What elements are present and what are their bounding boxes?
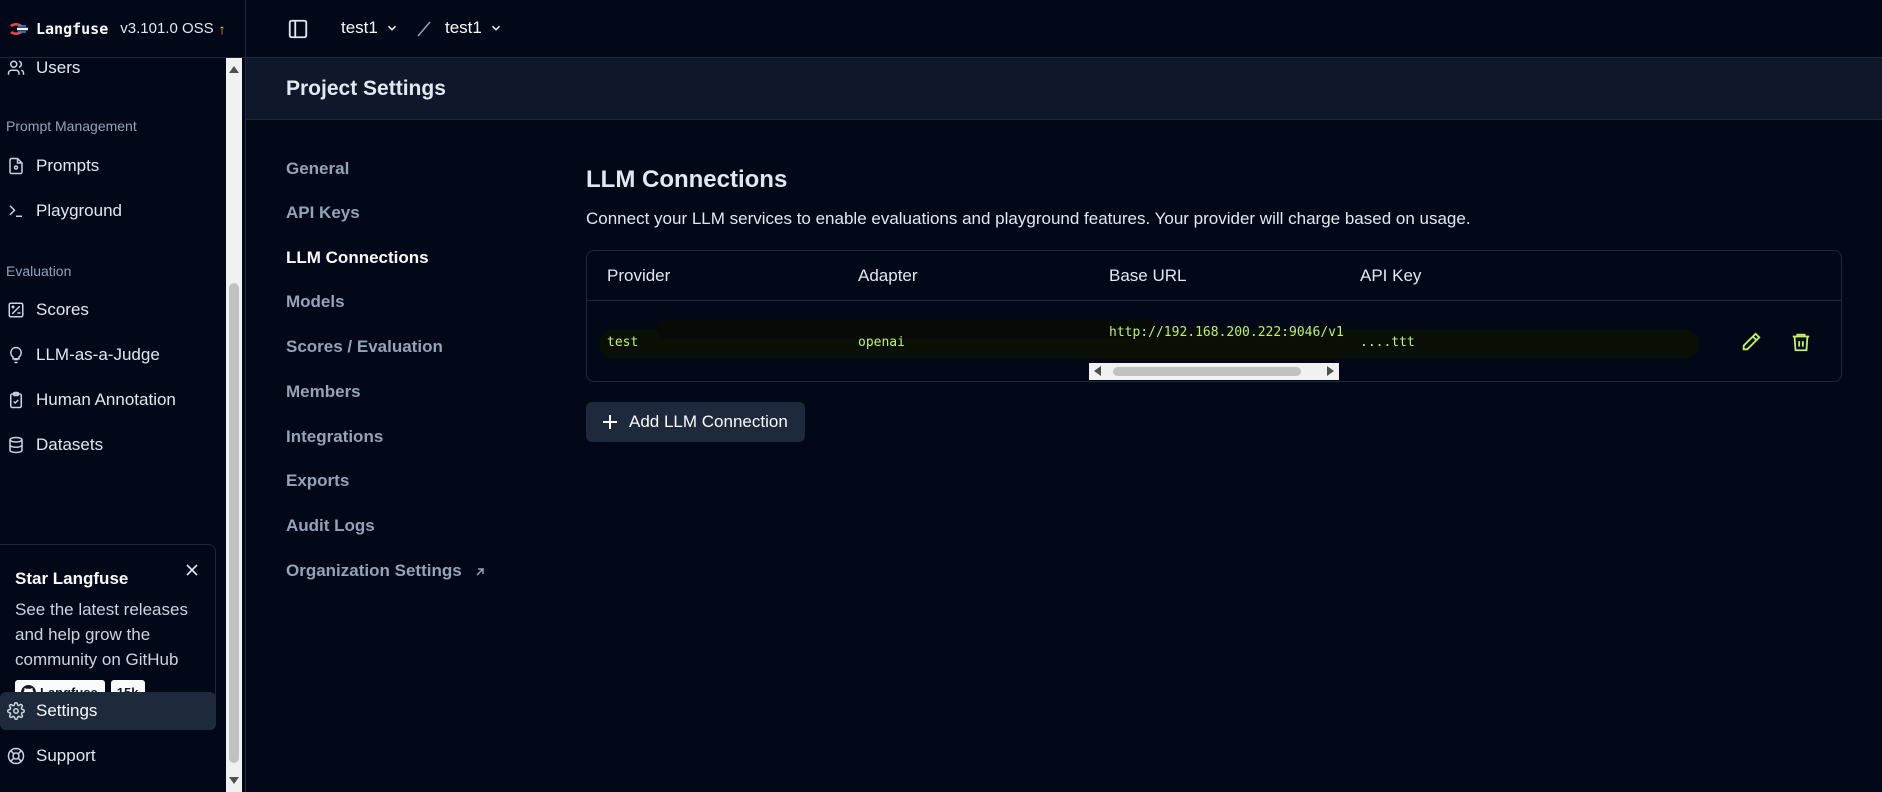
- brand-name: Langfuse: [36, 19, 109, 38]
- settings-nav-label: Organization Settings: [286, 561, 462, 580]
- chevron-down-icon: [491, 25, 500, 31]
- sidebar-item-label: Human Annotation: [36, 390, 176, 409]
- page-title: Project Settings: [286, 77, 446, 100]
- scrollbar-thumb[interactable]: [1113, 367, 1301, 376]
- sidebar-item-label: Users: [36, 58, 81, 77]
- settings-nav-scores-evaluation[interactable]: Scores / Evaluation: [286, 337, 443, 357]
- settings-nav-audit-logs[interactable]: Audit Logs: [286, 516, 375, 536]
- sidebar-item-users[interactable]: Users: [0, 58, 216, 87]
- table-header: Provider Adapter Base URL API Key: [587, 251, 1841, 301]
- section-evaluation: Evaluation: [6, 263, 72, 279]
- sidebar-item-datasets[interactable]: Datasets: [0, 426, 216, 464]
- sidebar-item-human-annotation[interactable]: Human Annotation: [0, 381, 216, 419]
- sidebar-item-label: Datasets: [36, 435, 104, 454]
- section-subtitle: Connect your LLM services to enable eval…: [586, 209, 1471, 228]
- chevron-down-icon: [387, 25, 396, 31]
- users-icon: [7, 60, 25, 75]
- sidebar-item-settings[interactable]: Settings: [0, 692, 216, 730]
- sidebar-item-label: LLM-as-a-Judge: [36, 345, 160, 364]
- add-llm-connection-button[interactable]: Add LLM Connection: [586, 402, 805, 442]
- clipboard-icon: [10, 391, 22, 409]
- breadcrumb-separator-icon: [417, 21, 431, 37]
- edit-pencil-icon[interactable]: [1740, 331, 1762, 353]
- org-selector[interactable]: test1: [341, 18, 399, 38]
- delete-trash-icon[interactable]: [1790, 331, 1812, 353]
- settings-nav-organization-settings[interactable]: Organization Settings: [286, 561, 486, 581]
- cell-adapter: openai: [858, 335, 905, 350]
- sidebar-nav: Users Prompt Management Prompts Playgrou…: [0, 58, 226, 792]
- lifebuoy-icon: [7, 747, 25, 765]
- page-header: Project Settings: [246, 58, 1882, 120]
- section-prompt-management: Prompt Management: [6, 118, 137, 134]
- sidebar-item-llm-as-a-judge[interactable]: LLM-as-a-Judge: [0, 336, 216, 374]
- cell-api-key: ....ttt: [1360, 335, 1415, 350]
- add-button-label: Add LLM Connection: [629, 412, 788, 431]
- row-highlight: [657, 319, 1157, 339]
- project-selector[interactable]: test1: [445, 18, 503, 38]
- scroll-right-arrow-icon[interactable]: [1327, 366, 1334, 376]
- plus-icon: [603, 415, 617, 429]
- org-name: test1: [341, 18, 378, 37]
- sidebar-toggle-icon[interactable]: [287, 18, 309, 40]
- section-title: LLM Connections: [586, 166, 788, 193]
- star-card-description: See the latest releases and help grow th…: [15, 600, 188, 669]
- column-header-provider: Provider: [607, 266, 671, 285]
- settings-nav-api-keys[interactable]: API Keys: [286, 203, 360, 223]
- sidebar-item-playground[interactable]: Playground: [0, 192, 216, 230]
- sidebar-item-label: Settings: [36, 701, 98, 720]
- sidebar-item-scores[interactable]: Scores: [0, 291, 216, 329]
- column-header-api-key: API Key: [1360, 266, 1422, 285]
- column-header-base-url: Base URL: [1109, 266, 1187, 285]
- terminal-icon: [9, 205, 22, 217]
- sidebar-item-label: Prompts: [36, 156, 100, 175]
- sidebar: Langfuse v3.101.0 OSS ↑ Users Prompt Man…: [0, 0, 246, 792]
- cell-provider: test: [607, 335, 639, 350]
- settings-nav-members[interactable]: Members: [286, 382, 361, 402]
- scores-icon: [8, 302, 24, 318]
- langfuse-logo-icon: [10, 22, 28, 35]
- gear-icon: [7, 702, 25, 720]
- column-header-adapter: Adapter: [858, 266, 918, 285]
- cell-base-url: http://192.168.200.222:9046/v1: [1109, 325, 1344, 340]
- scroll-down-arrow-icon[interactable]: [229, 777, 239, 784]
- sidebar-item-support[interactable]: Support: [0, 737, 216, 775]
- external-link-icon: [476, 567, 485, 576]
- scroll-up-arrow-icon[interactable]: [229, 66, 239, 73]
- lightbulb-icon: [10, 346, 22, 364]
- version-label: v3.101.0 OSS: [120, 20, 214, 37]
- settings-nav-integrations[interactable]: Integrations: [286, 427, 383, 447]
- topbar: test1 test1: [246, 0, 1882, 58]
- arrow-up-icon[interactable]: ↑: [219, 21, 226, 37]
- star-card-title: Star Langfuse: [15, 569, 129, 588]
- scrollbar-thumb[interactable]: [229, 283, 239, 763]
- brand[interactable]: Langfuse v3.101.0 OSS ↑: [0, 0, 245, 58]
- base-url-scrollbar[interactable]: [1089, 363, 1339, 380]
- project-name: test1: [445, 18, 482, 37]
- sidebar-item-label: Scores: [36, 300, 89, 319]
- settings-nav-models[interactable]: Models: [286, 292, 345, 312]
- settings-nav-exports[interactable]: Exports: [286, 471, 349, 491]
- database-icon: [9, 436, 23, 454]
- file-icon: [9, 157, 23, 175]
- sidebar-item-prompts[interactable]: Prompts: [0, 147, 216, 185]
- sidebar-item-label: Playground: [36, 201, 123, 220]
- scroll-left-arrow-icon[interactable]: [1094, 366, 1101, 376]
- sidebar-scrollbar[interactable]: [226, 58, 242, 792]
- sidebar-item-label: Support: [36, 746, 96, 765]
- settings-nav-llm-connections[interactable]: LLM Connections: [286, 248, 429, 268]
- settings-nav-general[interactable]: General: [286, 159, 349, 179]
- close-icon[interactable]: [185, 563, 199, 577]
